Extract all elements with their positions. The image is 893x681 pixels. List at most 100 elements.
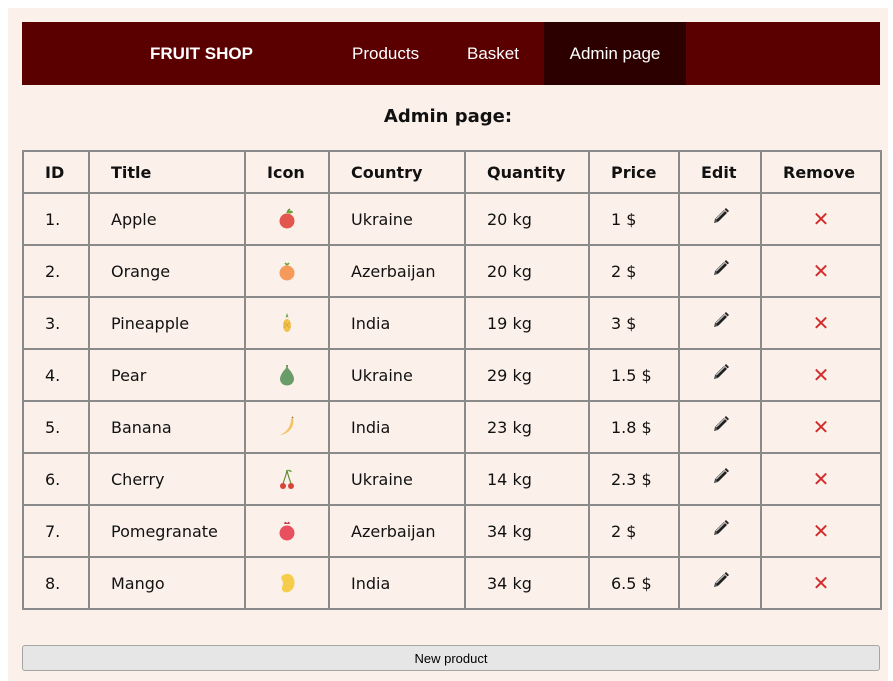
cell-icon [244, 348, 330, 402]
cell-quantity: 20 kg [464, 192, 590, 246]
cell-country: India [328, 400, 466, 454]
new-product-button[interactable]: New product [22, 645, 880, 671]
mango-icon [277, 572, 297, 594]
cell-price: 1.5 $ [588, 348, 680, 402]
close-icon[interactable]: ✕ [813, 363, 830, 387]
cell-remove: ✕ [760, 244, 882, 298]
cell-country: Ukraine [328, 192, 466, 246]
close-icon[interactable]: ✕ [813, 571, 830, 595]
cell-price: 2.3 $ [588, 452, 680, 506]
cell-edit [678, 348, 762, 402]
cell-remove: ✕ [760, 504, 882, 558]
cell-country: Ukraine [328, 348, 466, 402]
cell-edit [678, 192, 762, 246]
cell-icon [244, 504, 330, 558]
brand-logo[interactable]: FRUIT SHOP [150, 22, 253, 85]
table-row: 7. Pomegranate Azerbaijan 34 kg 2 $ ✕ [22, 504, 882, 558]
pencil-icon[interactable] [709, 206, 731, 232]
cherry-icon [277, 468, 297, 490]
nav-products[interactable]: Products [352, 22, 419, 85]
cell-quantity: 29 kg [464, 348, 590, 402]
table-row: 4. Pear Ukraine 29 kg 1.5 $ ✕ [22, 348, 882, 402]
products-table: ID Title Icon Country Quantity Price Edi… [22, 150, 882, 610]
nav-basket[interactable]: Basket [467, 22, 519, 85]
cell-price: 3 $ [588, 296, 680, 350]
close-icon[interactable]: ✕ [813, 415, 830, 439]
cell-quantity: 34 kg [464, 556, 590, 610]
cell-id: 5. [22, 400, 90, 454]
cell-id: 8. [22, 556, 90, 610]
cell-country: India [328, 296, 466, 350]
table-header-row: ID Title Icon Country Quantity Price Edi… [22, 150, 882, 194]
cell-id: 1. [22, 192, 90, 246]
pencil-icon[interactable] [709, 414, 731, 440]
cell-quantity: 20 kg [464, 244, 590, 298]
table-body: 1. Apple Ukraine 20 kg 1 $ ✕ 2. Orange A… [22, 192, 882, 610]
cell-icon [244, 244, 330, 298]
close-icon[interactable]: ✕ [813, 519, 830, 543]
cell-icon [244, 556, 330, 610]
cell-id: 7. [22, 504, 90, 558]
cell-edit [678, 452, 762, 506]
cell-country: Ukraine [328, 452, 466, 506]
nav-admin-page[interactable]: Admin page [544, 22, 686, 85]
cell-edit [678, 400, 762, 454]
cell-title: Banana [88, 400, 246, 454]
cell-icon [244, 192, 330, 246]
header-quantity: Quantity [464, 150, 590, 194]
banana-icon [277, 416, 297, 438]
close-icon[interactable]: ✕ [813, 259, 830, 283]
cell-country: Azerbaijan [328, 504, 466, 558]
cell-remove: ✕ [760, 296, 882, 350]
pencil-icon[interactable] [709, 466, 731, 492]
cell-remove: ✕ [760, 400, 882, 454]
table-row: 3. Pineapple India 19 kg 3 $ ✕ [22, 296, 882, 350]
header-price: Price [588, 150, 680, 194]
table-row: 6. Cherry Ukraine 14 kg 2.3 $ ✕ [22, 452, 882, 506]
cell-country: India [328, 556, 466, 610]
table-row: 8. Mango India 34 kg 6.5 $ ✕ [22, 556, 882, 610]
cell-id: 2. [22, 244, 90, 298]
cell-remove: ✕ [760, 556, 882, 610]
header-id: ID [22, 150, 90, 194]
page: FRUIT SHOP Products Basket Admin page Ad… [8, 8, 888, 681]
cell-edit [678, 504, 762, 558]
page-title: Admin page: [383, 106, 513, 127]
cell-quantity: 34 kg [464, 504, 590, 558]
header-country: Country [328, 150, 466, 194]
cell-title: Pomegranate [88, 504, 246, 558]
cell-id: 6. [22, 452, 90, 506]
cell-id: 3. [22, 296, 90, 350]
navbar: FRUIT SHOP Products Basket Admin page [22, 22, 880, 85]
close-icon[interactable]: ✕ [813, 311, 830, 335]
pencil-icon[interactable] [709, 518, 731, 544]
cell-title: Mango [88, 556, 246, 610]
cell-quantity: 23 kg [464, 400, 590, 454]
cell-icon [244, 452, 330, 506]
cell-quantity: 14 kg [464, 452, 590, 506]
pencil-icon[interactable] [709, 570, 731, 596]
pencil-icon[interactable] [709, 258, 731, 284]
cell-price: 2 $ [588, 504, 680, 558]
cell-edit [678, 296, 762, 350]
cell-icon [244, 296, 330, 350]
cell-price: 2 $ [588, 244, 680, 298]
apple-icon [277, 208, 297, 230]
cell-remove: ✕ [760, 348, 882, 402]
header-remove: Remove [760, 150, 882, 194]
header-edit: Edit [678, 150, 762, 194]
close-icon[interactable]: ✕ [813, 207, 830, 231]
cell-price: 6.5 $ [588, 556, 680, 610]
cell-price: 1 $ [588, 192, 680, 246]
cell-price: 1.8 $ [588, 400, 680, 454]
cell-icon [244, 400, 330, 454]
cell-remove: ✕ [760, 452, 882, 506]
pencil-icon[interactable] [709, 310, 731, 336]
close-icon[interactable]: ✕ [813, 467, 830, 491]
cell-title: Cherry [88, 452, 246, 506]
pencil-icon[interactable] [709, 362, 731, 388]
cell-title: Pear [88, 348, 246, 402]
cell-remove: ✕ [760, 192, 882, 246]
cell-edit [678, 244, 762, 298]
header-title: Title [88, 150, 246, 194]
